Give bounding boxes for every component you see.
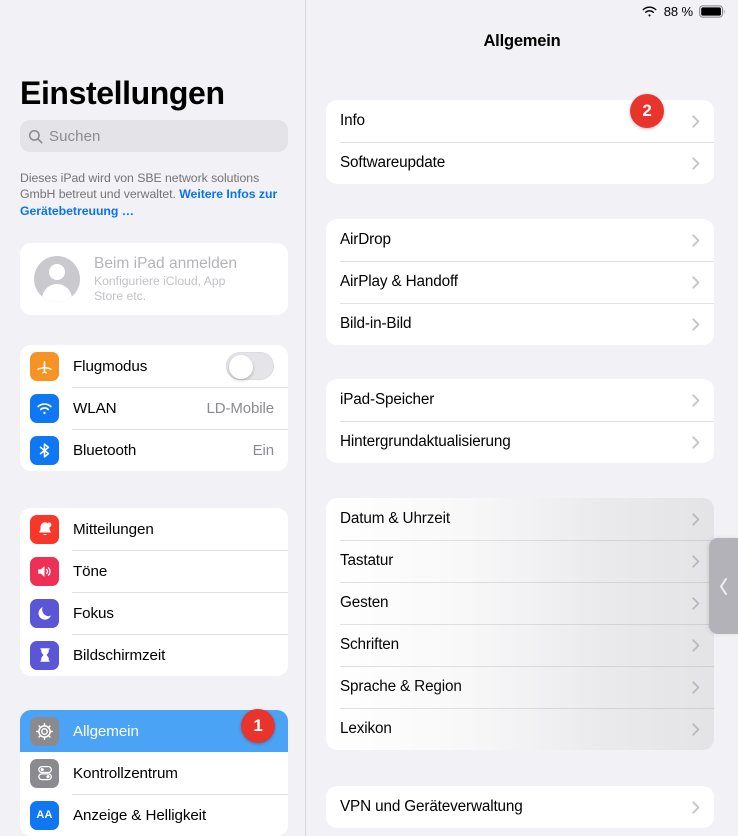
chevron-right-icon [692, 800, 700, 814]
chevron-right-icon [692, 317, 700, 331]
detail-row-label: Softwareupdate [340, 154, 446, 171]
wifi-icon [30, 393, 59, 423]
toggle-knob [229, 354, 253, 379]
airplane-icon [30, 351, 59, 381]
detail-group-sharing: AirDrop AirPlay & Handoff Bild-in-Bild [326, 219, 714, 345]
chevron-right-icon [692, 156, 700, 170]
chevron-right-icon [692, 233, 700, 247]
badge-1: 1 [241, 709, 275, 743]
detail-row-label: Tastatur [340, 552, 394, 569]
detail-row-bild-in-bild[interactable]: Bild-in-Bild [326, 303, 714, 345]
sidebar-item-label: Bluetooth [73, 441, 137, 459]
chevron-right-icon [692, 275, 700, 289]
gear-icon [30, 716, 59, 746]
sidebar-item-label: Töne [73, 562, 108, 580]
detail-row-label: Datum & Uhrzeit [340, 510, 450, 527]
text-size-icon: AA [30, 800, 59, 830]
status-bar: 88 % [641, 0, 726, 22]
wlan-value: LD-Mobile [206, 399, 275, 417]
detail-row-airdrop[interactable]: AirDrop [326, 219, 714, 261]
sign-in-text: Beim iPad anmelden Konfiguriere iCloud, … [94, 254, 244, 304]
chevron-right-icon [692, 722, 700, 736]
bluetooth-value: Ein [252, 441, 274, 459]
detail-row-datum-uhrzeit[interactable]: Datum & Uhrzeit [326, 498, 714, 540]
search-icon [28, 129, 43, 143]
detail-row-label: Hintergrundaktualisierung [340, 433, 511, 450]
sidebar-drag-handle[interactable] [709, 538, 738, 634]
badge-2: 2 [630, 94, 664, 128]
settings-app: Einstellungen Suchen Dieses iPad wird vo… [0, 0, 738, 836]
sidebar-group-connectivity: Flugmodus WLAN LD-Mobile Bluetooth Ein [20, 345, 288, 471]
chevron-left-icon [720, 577, 727, 595]
page-title: Einstellungen [20, 75, 225, 111]
detail-pane: 88 % Allgemein Info Softwareupdate AirDr… [306, 0, 738, 836]
sidebar-item-label: Anzeige & Helligkeit [73, 806, 207, 824]
chevron-right-icon [692, 596, 700, 610]
sidebar-item-kontrollzentrum[interactable]: Kontrollzentrum [20, 752, 288, 794]
battery-full-icon [699, 4, 725, 18]
detail-row-label: AirPlay & Handoff [340, 273, 458, 290]
sidebar-item-mitteilungen[interactable]: Mitteilungen [20, 508, 288, 550]
detail-row-ipad-speicher[interactable]: iPad-Speicher [326, 379, 714, 421]
sidebar-item-bluetooth[interactable]: Bluetooth Ein [20, 429, 288, 471]
sidebar-item-toene[interactable]: Töne [20, 550, 288, 592]
airplane-mode-toggle[interactable] [226, 352, 274, 380]
search-placeholder: Suchen [49, 127, 101, 145]
sidebar-item-label: Flugmodus [73, 357, 148, 375]
sidebar-group-notifications: Mitteilungen Töne Fokus Bildschirmzeit [20, 508, 288, 676]
sign-in-subtitle: Konfiguriere iCloud, App Store etc. [94, 274, 226, 303]
avatar [34, 256, 80, 302]
bluetooth-icon [30, 435, 59, 465]
management-note: Dieses iPad wird von SBE network solutio… [20, 170, 292, 219]
detail-row-tastatur[interactable]: Tastatur [326, 540, 714, 582]
sidebar-item-flugmodus[interactable]: Flugmodus [20, 345, 288, 387]
chevron-right-icon [692, 435, 700, 449]
sidebar-item-label: Mitteilungen [73, 520, 154, 538]
sign-in-card[interactable]: Beim iPad anmelden Konfiguriere iCloud, … [20, 243, 288, 315]
bell-icon [30, 514, 59, 544]
detail-row-airplay-handoff[interactable]: AirPlay & Handoff [326, 261, 714, 303]
detail-row-hintergrundaktualisierung[interactable]: Hintergrundaktualisierung [326, 421, 714, 463]
chevron-right-icon [692, 393, 700, 407]
detail-title: Allgemein [483, 32, 561, 50]
detail-row-lexikon[interactable]: Lexikon [326, 708, 714, 750]
detail-row-gesten[interactable]: Gesten [326, 582, 714, 624]
detail-row-vpn-geraeteverwaltung[interactable]: VPN und Geräteverwaltung [326, 786, 714, 828]
chevron-right-icon [692, 638, 700, 652]
sidebar-item-fokus[interactable]: Fokus [20, 592, 288, 634]
sidebar-item-label: Fokus [73, 604, 114, 622]
wifi-icon [642, 5, 657, 16]
control-center-icon [30, 758, 59, 788]
chevron-right-icon [692, 114, 700, 128]
detail-row-label: Gesten [340, 594, 389, 611]
hourglass-icon [30, 640, 59, 670]
sidebar-item-bildschirmzeit[interactable]: Bildschirmzeit [20, 634, 288, 676]
detail-row-softwareupdate[interactable]: Softwareupdate [326, 142, 714, 184]
detail-row-label: Bild-in-Bild [340, 315, 412, 332]
chevron-right-icon [692, 554, 700, 568]
moon-icon [30, 598, 59, 628]
battery-percentage: 88 % [663, 3, 693, 19]
detail-group-management: VPN und Geräteverwaltung [326, 786, 714, 828]
sidebar-item-label: Bildschirmzeit [73, 646, 166, 664]
sidebar-item-label: WLAN [73, 399, 117, 417]
detail-row-schriften[interactable]: Schriften [326, 624, 714, 666]
chevron-right-icon [692, 680, 700, 694]
speaker-icon [30, 556, 59, 586]
detail-group-storage: iPad-Speicher Hintergrundaktualisierung [326, 379, 714, 463]
detail-row-sprache-region[interactable]: Sprache & Region [326, 666, 714, 708]
detail-group-preferences: Datum & Uhrzeit Tastatur Gesten Schrifte… [326, 498, 714, 750]
detail-row-label: Sprache & Region [340, 678, 462, 695]
detail-row-label: Schriften [340, 636, 400, 653]
detail-row-label: iPad-Speicher [340, 391, 435, 408]
chevron-right-icon [692, 512, 700, 526]
detail-row-label: Lexikon [340, 720, 392, 737]
sidebar-item-anzeige-helligkeit[interactable]: AA Anzeige & Helligkeit [20, 794, 288, 836]
search-input[interactable]: Suchen [20, 120, 288, 152]
sign-in-title: Beim iPad anmelden [94, 255, 238, 272]
detail-row-label: AirDrop [340, 231, 391, 248]
detail-row-label: VPN und Geräteverwaltung [340, 798, 523, 815]
sidebar-item-label: Kontrollzentrum [73, 764, 178, 782]
sidebar-item-wlan[interactable]: WLAN LD-Mobile [20, 387, 288, 429]
